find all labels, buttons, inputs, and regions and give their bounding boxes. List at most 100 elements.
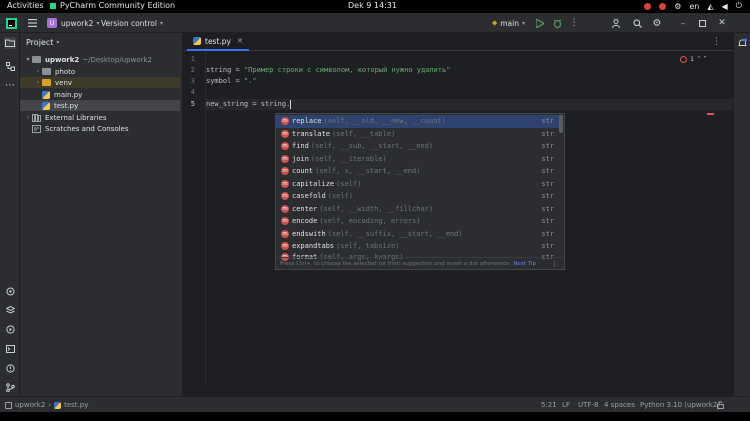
method-icon: m bbox=[281, 179, 289, 188]
completion-scrollbar[interactable] bbox=[559, 115, 563, 133]
activities-button[interactable]: Activities bbox=[7, 1, 44, 10]
vcs-menu[interactable]: Version control ▾ bbox=[101, 16, 163, 30]
completion-item[interactable]: m casefold (self) str bbox=[276, 190, 560, 203]
completion-signature: (self, __iterable) bbox=[310, 154, 387, 163]
method-icon: m bbox=[281, 117, 289, 126]
terminal-icon[interactable] bbox=[4, 343, 16, 355]
error-stripe-marker[interactable] bbox=[707, 113, 714, 115]
structure-tool-icon[interactable] bbox=[4, 60, 16, 72]
project-panel-header[interactable]: Project ▾ bbox=[26, 38, 59, 47]
tree-item-main-py[interactable]: main.py bbox=[20, 89, 180, 100]
language-indicator[interactable]: en bbox=[689, 2, 699, 11]
method-icon: m bbox=[281, 204, 289, 213]
completion-type: str bbox=[541, 154, 554, 163]
pycharm-app-icon bbox=[49, 1, 57, 10]
completion-name: expandtabs bbox=[292, 242, 335, 251]
tree-item-venv[interactable]: › venv bbox=[20, 77, 180, 88]
system-tray: ⚙ en ◭ ◀ ⏻ bbox=[644, 1, 742, 11]
close-window-icon[interactable]: ✕ bbox=[716, 17, 728, 29]
clock[interactable]: Dek 9 14:31 bbox=[348, 1, 397, 10]
completion-item[interactable]: m join (self, __iterable) str bbox=[276, 153, 560, 166]
completion-item[interactable]: m find (self, __sub, __start, __end) str bbox=[276, 140, 560, 153]
add-user-icon[interactable] bbox=[610, 17, 622, 29]
run-config-selector[interactable]: ⬥ main ▾ bbox=[492, 16, 525, 30]
git-icon[interactable] bbox=[4, 381, 16, 393]
completion-item[interactable]: m capitalize (self) str bbox=[276, 178, 560, 191]
app-menu[interactable]: PyCharm Community Edition bbox=[49, 1, 175, 10]
inspection-widget[interactable]: 1 ˄ ˅ bbox=[680, 55, 707, 63]
close-tab-icon[interactable]: ✕ bbox=[237, 37, 243, 45]
tree-item-label: upwork2 bbox=[45, 55, 80, 64]
indent-setting[interactable]: 4 spaces bbox=[604, 401, 635, 409]
tray-app-icon[interactable] bbox=[644, 2, 652, 10]
next-tip-link[interactable]: Next Tip bbox=[513, 261, 536, 267]
line-separator[interactable]: LF bbox=[562, 401, 570, 409]
completion-signature: (self, encoding, errors) bbox=[319, 217, 421, 226]
breadcrumb-file[interactable]: test.py bbox=[64, 401, 88, 409]
python-file-icon bbox=[54, 401, 62, 409]
method-icon: m bbox=[281, 217, 289, 226]
tab-options-icon[interactable]: ⋮ bbox=[712, 37, 721, 47]
breadcrumb-project[interactable]: upwork2 bbox=[15, 401, 45, 409]
search-icon[interactable] bbox=[631, 17, 643, 29]
settings-icon[interactable]: ⚙ bbox=[651, 17, 663, 29]
completion-item[interactable]: m replace (self, __old, __new, __count) str bbox=[276, 115, 560, 128]
method-icon: m bbox=[281, 192, 289, 201]
minimize-icon[interactable]: – bbox=[677, 17, 689, 29]
notifications-icon[interactable] bbox=[736, 37, 748, 49]
lock-icon[interactable] bbox=[717, 401, 724, 411]
services-icon[interactable] bbox=[4, 323, 16, 335]
settings-tray-icon[interactable]: ⚙ bbox=[674, 2, 681, 11]
completion-item[interactable]: m count (self, x, __start, __end) str bbox=[276, 165, 560, 178]
volume-icon[interactable]: ◀ bbox=[722, 2, 728, 11]
tree-item-external-libraries[interactable]: › External Libraries bbox=[20, 112, 180, 123]
completion-options-icon[interactable]: ⋮ bbox=[551, 260, 558, 268]
more-tools-icon[interactable]: ⋯ bbox=[4, 79, 16, 91]
tree-item-test-py[interactable]: test.py bbox=[20, 100, 180, 111]
problems-icon[interactable] bbox=[4, 362, 16, 374]
file-encoding[interactable]: UTF-8 bbox=[578, 401, 598, 409]
debug-icon[interactable] bbox=[551, 17, 563, 29]
tree-item-root[interactable]: ▾ upwork2 ~/Desktop/upwork2 bbox=[20, 54, 180, 65]
completion-item[interactable]: m encode (self, encoding, errors) str bbox=[276, 215, 560, 228]
line-number-current: 5 bbox=[190, 100, 195, 108]
python-interpreter[interactable]: Python 3.10 (upwork2) bbox=[640, 401, 720, 409]
completion-signature: (self, tabsize) bbox=[336, 242, 400, 251]
run-icon[interactable] bbox=[534, 17, 546, 29]
completion-item[interactable]: m expandtabs (self, tabsize) str bbox=[276, 240, 560, 253]
completion-type: str bbox=[541, 242, 554, 251]
chevron-down-icon[interactable]: ˅ bbox=[703, 55, 706, 63]
power-icon[interactable]: ⏻ bbox=[736, 1, 742, 11]
breadcrumb: upwork2 › test.py bbox=[5, 401, 88, 409]
method-icon: m bbox=[281, 154, 289, 163]
tree-item-photo[interactable]: › photo bbox=[20, 66, 180, 77]
project-name: upwork2 bbox=[61, 18, 94, 28]
completion-signature: (self, __table) bbox=[331, 129, 396, 138]
string-literal: "." bbox=[243, 77, 257, 85]
more-actions-icon[interactable]: ⋮ bbox=[568, 17, 580, 29]
tree-item-scratches[interactable]: Scratches and Consoles bbox=[20, 123, 180, 134]
layers-icon[interactable] bbox=[4, 304, 16, 316]
python-packages-icon[interactable] bbox=[4, 285, 16, 297]
code-line-5[interactable]: new_string = string. bbox=[206, 99, 292, 110]
chevron-up-icon[interactable]: ˄ bbox=[697, 55, 700, 63]
completion-item[interactable]: m translate (self, __table) str bbox=[276, 128, 560, 141]
project-tool-icon[interactable] bbox=[4, 37, 16, 49]
completion-signature: (self, x, __start, __end) bbox=[315, 167, 421, 176]
completion-name: encode bbox=[292, 217, 318, 226]
code-line-3[interactable]: symbol = "." bbox=[206, 76, 257, 87]
tab-test-py[interactable]: test.py ✕ bbox=[187, 33, 249, 51]
completion-type: str bbox=[541, 217, 554, 226]
restore-icon[interactable] bbox=[696, 17, 708, 29]
completion-item[interactable]: m endswith (self, __suffix, __start, __end… bbox=[276, 228, 560, 241]
caret-position[interactable]: 5:21 bbox=[541, 401, 557, 409]
completion-item[interactable]: m center (self, __width, __fillchar) str bbox=[276, 203, 560, 216]
python-file-icon bbox=[193, 37, 201, 45]
completion-name: count bbox=[292, 167, 314, 176]
code-line-2[interactable]: string = "Пример строки с символом, кото… bbox=[206, 65, 450, 76]
completion-footer: Press Ctrl+. to choose the selected (or … bbox=[276, 257, 564, 269]
network-icon[interactable]: ◭ bbox=[707, 2, 713, 11]
tray-app-icon-2[interactable] bbox=[659, 2, 667, 10]
main-menu-icon[interactable] bbox=[26, 17, 38, 29]
project-switcher[interactable]: U upwork2 ▾ bbox=[47, 16, 99, 30]
